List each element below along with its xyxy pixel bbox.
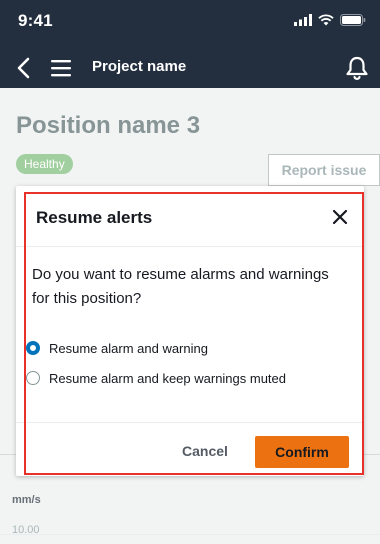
project-title: Project name bbox=[92, 58, 187, 75]
confirm-button[interactable]: Confirm bbox=[255, 436, 349, 468]
menu-icon[interactable] bbox=[50, 57, 72, 79]
back-icon[interactable] bbox=[14, 56, 34, 80]
resume-alerts-dialog: Resume alerts Do you want to resume alar… bbox=[16, 186, 364, 476]
report-issue-button[interactable]: Report issue bbox=[268, 154, 380, 186]
chart-axis-tick: 10.00 bbox=[12, 524, 40, 536]
status-time: 9:41 bbox=[18, 11, 53, 30]
status-bar: 9:41 bbox=[0, 0, 380, 48]
radio-option-resume-alarm-and-warning[interactable]: Resume alarm and warning bbox=[26, 338, 208, 358]
radio-label: Resume alarm and warning bbox=[49, 340, 208, 356]
radio-label: Resume alarm and keep warnings muted bbox=[49, 370, 287, 386]
wifi-icon bbox=[318, 14, 334, 26]
health-badge: Healthy bbox=[16, 154, 73, 174]
position-title: Position name 3 bbox=[16, 112, 201, 139]
dialog-header: Resume alerts bbox=[16, 186, 364, 247]
dialog-footer-divider bbox=[16, 422, 364, 423]
battery-icon bbox=[340, 14, 366, 26]
bell-icon[interactable] bbox=[344, 54, 370, 82]
radio-option-keep-warnings-muted[interactable]: Resume alarm and keep warnings muted bbox=[26, 368, 286, 388]
dialog-title: Resume alerts bbox=[36, 208, 153, 227]
radio-button-selected[interactable] bbox=[26, 341, 40, 355]
app-bar: Project name bbox=[0, 48, 380, 88]
cellular-signal-icon bbox=[294, 14, 312, 26]
dialog-question: Do you want to resume alarms and warning… bbox=[32, 266, 329, 307]
radio-button[interactable] bbox=[26, 371, 40, 385]
cancel-button[interactable]: Cancel bbox=[172, 436, 238, 466]
chart-unit-label: mm/s bbox=[12, 494, 41, 506]
system-icons bbox=[294, 14, 366, 26]
close-icon[interactable] bbox=[331, 208, 349, 226]
divider bbox=[0, 534, 380, 535]
